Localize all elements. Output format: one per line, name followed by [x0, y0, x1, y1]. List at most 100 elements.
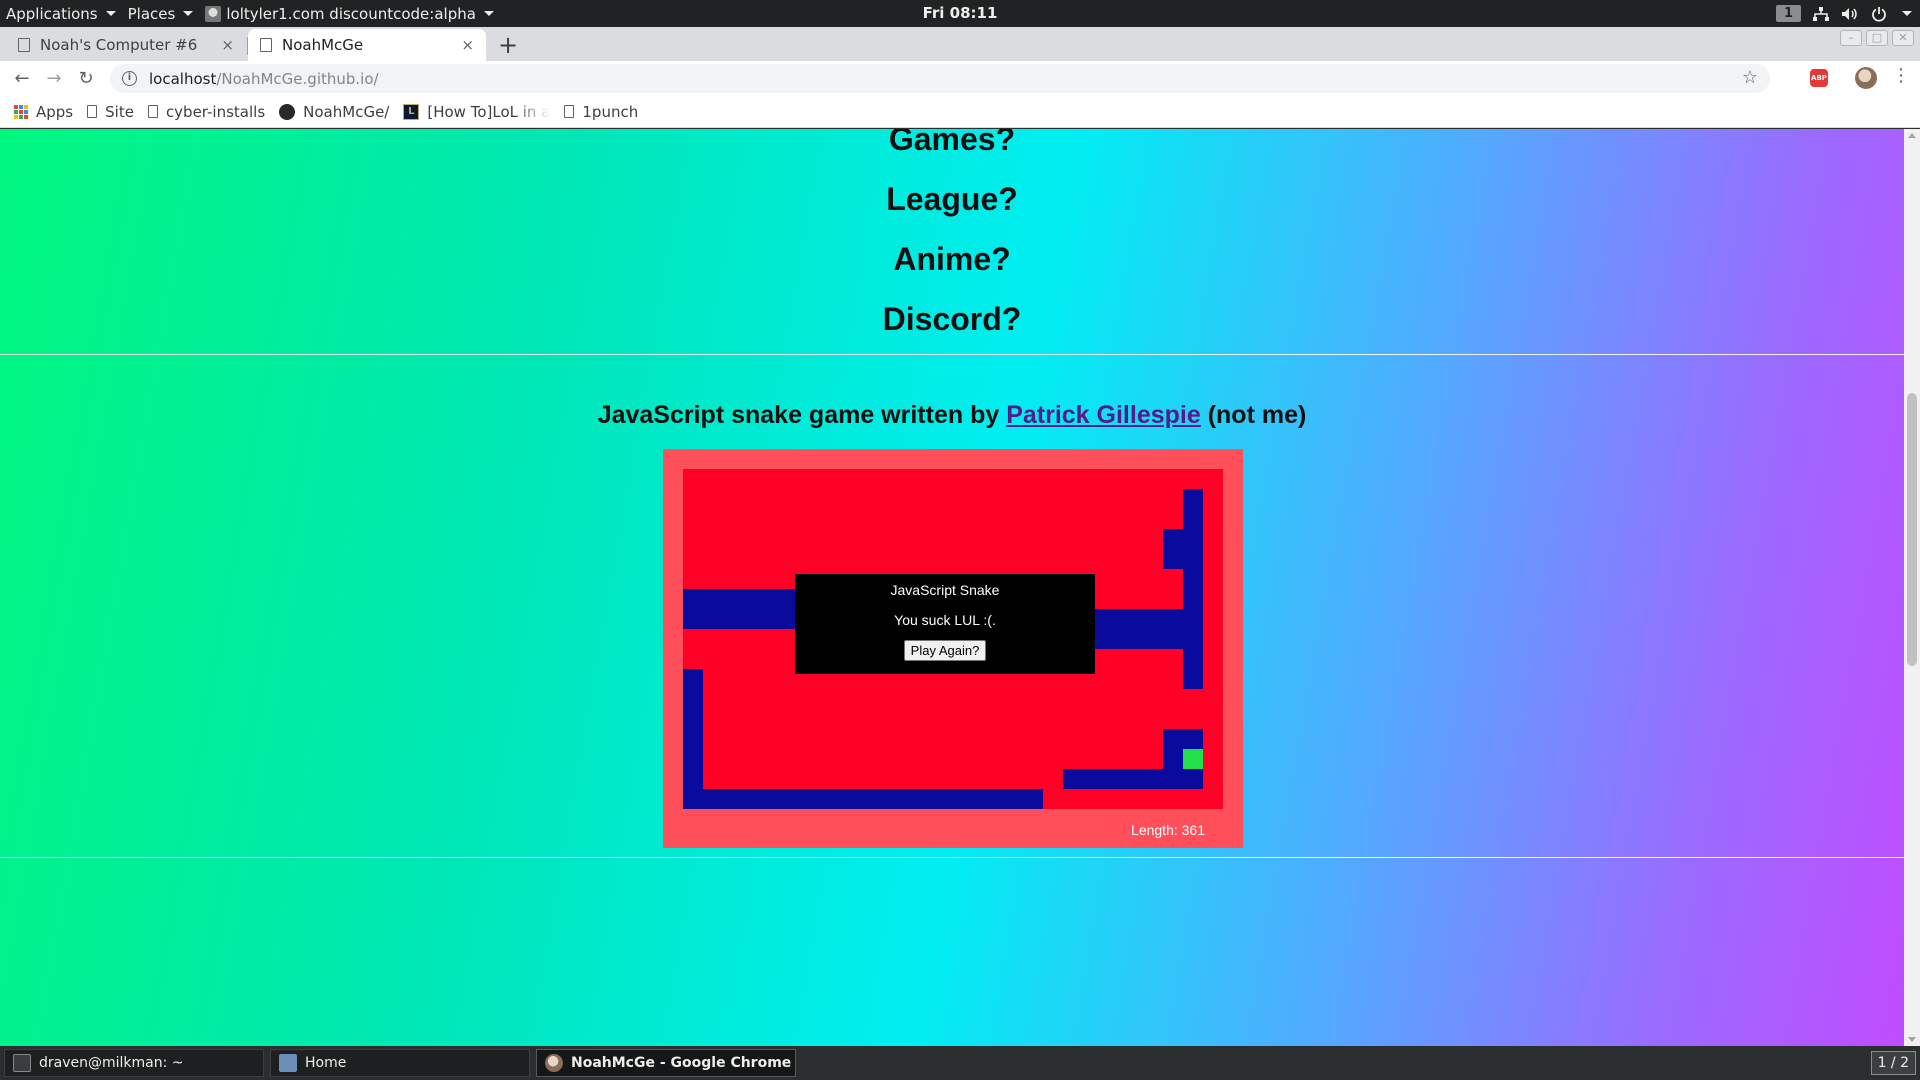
dialog-message: You suck LUL :(.	[894, 612, 996, 628]
applications-label: Applications	[6, 4, 98, 23]
snake-game[interactable]: JavaScript Snake You suck LUL :(. Play A…	[663, 449, 1243, 848]
play-again-button[interactable]: Play Again?	[903, 640, 987, 661]
snake-credit: JavaScript snake game written by Patrick…	[0, 401, 1904, 430]
url-path: /NoahMcGe.github.io/	[216, 69, 379, 88]
active-app-label: loltyler1.com discountcode:alpha	[226, 4, 476, 23]
game-over-dialog: JavaScript Snake You suck LUL :(. Play A…	[795, 574, 1095, 674]
chevron-down-icon	[105, 11, 116, 16]
lol-icon: L	[403, 103, 420, 120]
tab-strip: Noah's Computer #6 × NoahMcGe × + – □ ✕	[0, 27, 1920, 61]
heading-league: League?	[886, 181, 1018, 217]
task-chrome[interactable]: NoahMcGe - Google Chrome	[536, 1049, 796, 1077]
bookmarks-bar: Apps Site cyber-installs NoahMcGe/ L [Ho…	[0, 96, 1920, 128]
bookmark-noahmcge[interactable]: NoahMcGe/	[279, 103, 389, 121]
active-app-menu[interactable]: loltyler1.com discountcode:alpha	[199, 0, 500, 27]
heading-anime: Anime?	[893, 241, 1011, 277]
dialog-title: JavaScript Snake	[890, 582, 1000, 598]
close-window-button[interactable]: ✕	[1892, 30, 1914, 46]
page-icon	[87, 105, 98, 118]
workspace-pager[interactable]: 1 / 2	[1870, 1051, 1916, 1075]
bookmark-label: NoahMcGe/	[303, 102, 390, 121]
bookmark-site[interactable]: Site	[87, 103, 134, 121]
task-terminal[interactable]: draven@milkman: ~	[4, 1049, 264, 1077]
new-tab-button[interactable]: +	[498, 31, 518, 59]
task-label: Home	[305, 1055, 347, 1071]
snake-segment	[1163, 529, 1183, 569]
address-bar[interactable]: i localhost/NoahMcGe.github.io/ ☆	[110, 64, 1770, 93]
tab-noahs-computer[interactable]: Noah's Computer #6 ×	[6, 29, 246, 61]
window-list-taskbar: draven@milkman: ~ Home NoahMcGe - Google…	[0, 1046, 1920, 1080]
terminal-icon	[13, 1054, 31, 1072]
minimize-button[interactable]: –	[1840, 30, 1862, 46]
profile-avatar[interactable]	[1855, 67, 1877, 89]
info-icon[interactable]: i	[122, 71, 137, 86]
files-icon	[279, 1054, 297, 1072]
page-icon	[147, 105, 158, 118]
bookmark-cyber-installs[interactable]: cyber-installs	[147, 102, 266, 121]
snake-segment	[683, 669, 703, 809]
credit-prefix: JavaScript snake game written by	[597, 401, 1000, 429]
places-menu[interactable]: Places	[122, 0, 200, 27]
url-host: localhost	[149, 69, 217, 88]
author-link[interactable]: Patrick Gillespie	[1006, 401, 1201, 429]
applications-menu[interactable]: Applications	[0, 0, 122, 27]
credit-suffix: (not me)	[1207, 401, 1307, 429]
tab-title: NoahMcGe	[282, 36, 364, 54]
scrollbar-thumb[interactable]	[1907, 393, 1917, 666]
page-viewport: Games? League? Anime? Discord? JavaScrip…	[0, 129, 1904, 1046]
tab-noahmcge[interactable]: NoahMcGe ×	[248, 29, 486, 61]
maximize-button[interactable]: □	[1866, 30, 1888, 46]
snake-segment	[683, 789, 1043, 809]
browser-toolbar: ← → ↻ i localhost/NoahMcGe.github.io/ ☆ …	[0, 61, 1920, 96]
power-icon	[1871, 6, 1887, 22]
snake-food	[1183, 749, 1203, 769]
snake-segment	[1183, 489, 1203, 689]
task-home[interactable]: Home	[270, 1049, 530, 1077]
close-icon[interactable]: ×	[461, 36, 474, 54]
task-label: NoahMcGe - Google Chrome	[571, 1055, 792, 1071]
bookmark-label: cyber-installs	[165, 102, 266, 121]
menu-kebab-icon[interactable]: ⋮	[1892, 65, 1910, 86]
scroll-up-icon[interactable]	[1908, 133, 1916, 138]
reload-button[interactable]: ↻	[70, 68, 102, 89]
divider	[0, 354, 1904, 355]
scroll-down-icon[interactable]	[1908, 1037, 1916, 1042]
chrome-icon	[545, 1054, 563, 1072]
bookmark-label: Apps	[36, 102, 74, 121]
window-controls: – □ ✕	[1840, 30, 1914, 46]
clock[interactable]: Fri 08:11	[923, 0, 998, 27]
bookmark-label: Site	[105, 102, 134, 121]
bookmark-label: [How To]LoL in a	[427, 102, 551, 121]
snake-segment	[1063, 769, 1203, 789]
length-counter: Length: 361	[1131, 822, 1205, 838]
chevron-down-icon	[483, 11, 494, 16]
workspace-indicator[interactable]: 1	[1775, 5, 1801, 22]
page-icon	[18, 38, 30, 52]
bookmark-1punch[interactable]: 1punch	[564, 103, 638, 121]
adblock-plus-icon[interactable]: ABP	[1810, 69, 1828, 87]
bookmark-apps[interactable]: Apps	[14, 103, 73, 121]
bookmark-star-icon[interactable]: ☆	[1742, 67, 1758, 88]
system-tray[interactable]: 1	[1775, 0, 1912, 27]
bookmark-how-to-lol[interactable]: L [How To]LoL in a	[403, 103, 550, 121]
tab-title: Noah's Computer #6	[40, 36, 198, 54]
page-icon	[260, 38, 272, 52]
network-icon	[1813, 6, 1829, 21]
apps-grid-icon	[14, 104, 28, 119]
heading-games: Games?	[888, 129, 1016, 157]
github-icon	[279, 103, 296, 120]
gnome-top-bar: Applications Places loltyler1.com discou…	[0, 0, 1920, 27]
back-button[interactable]: ←	[6, 68, 38, 89]
app-avatar-icon	[205, 5, 222, 22]
places-label: Places	[127, 4, 176, 23]
chevron-down-icon	[183, 11, 194, 16]
snake-board[interactable]: JavaScript Snake You suck LUL :(. Play A…	[683, 469, 1223, 809]
snake-segment	[683, 589, 795, 629]
close-icon[interactable]: ×	[221, 36, 234, 54]
heading-discord: Discord?	[882, 301, 1022, 337]
page-scrollbar[interactable]	[1904, 129, 1920, 1046]
task-label: draven@milkman: ~	[39, 1055, 184, 1071]
divider	[0, 857, 1904, 858]
forward-button[interactable]: →	[38, 68, 70, 89]
chevron-down-icon	[1902, 11, 1912, 16]
